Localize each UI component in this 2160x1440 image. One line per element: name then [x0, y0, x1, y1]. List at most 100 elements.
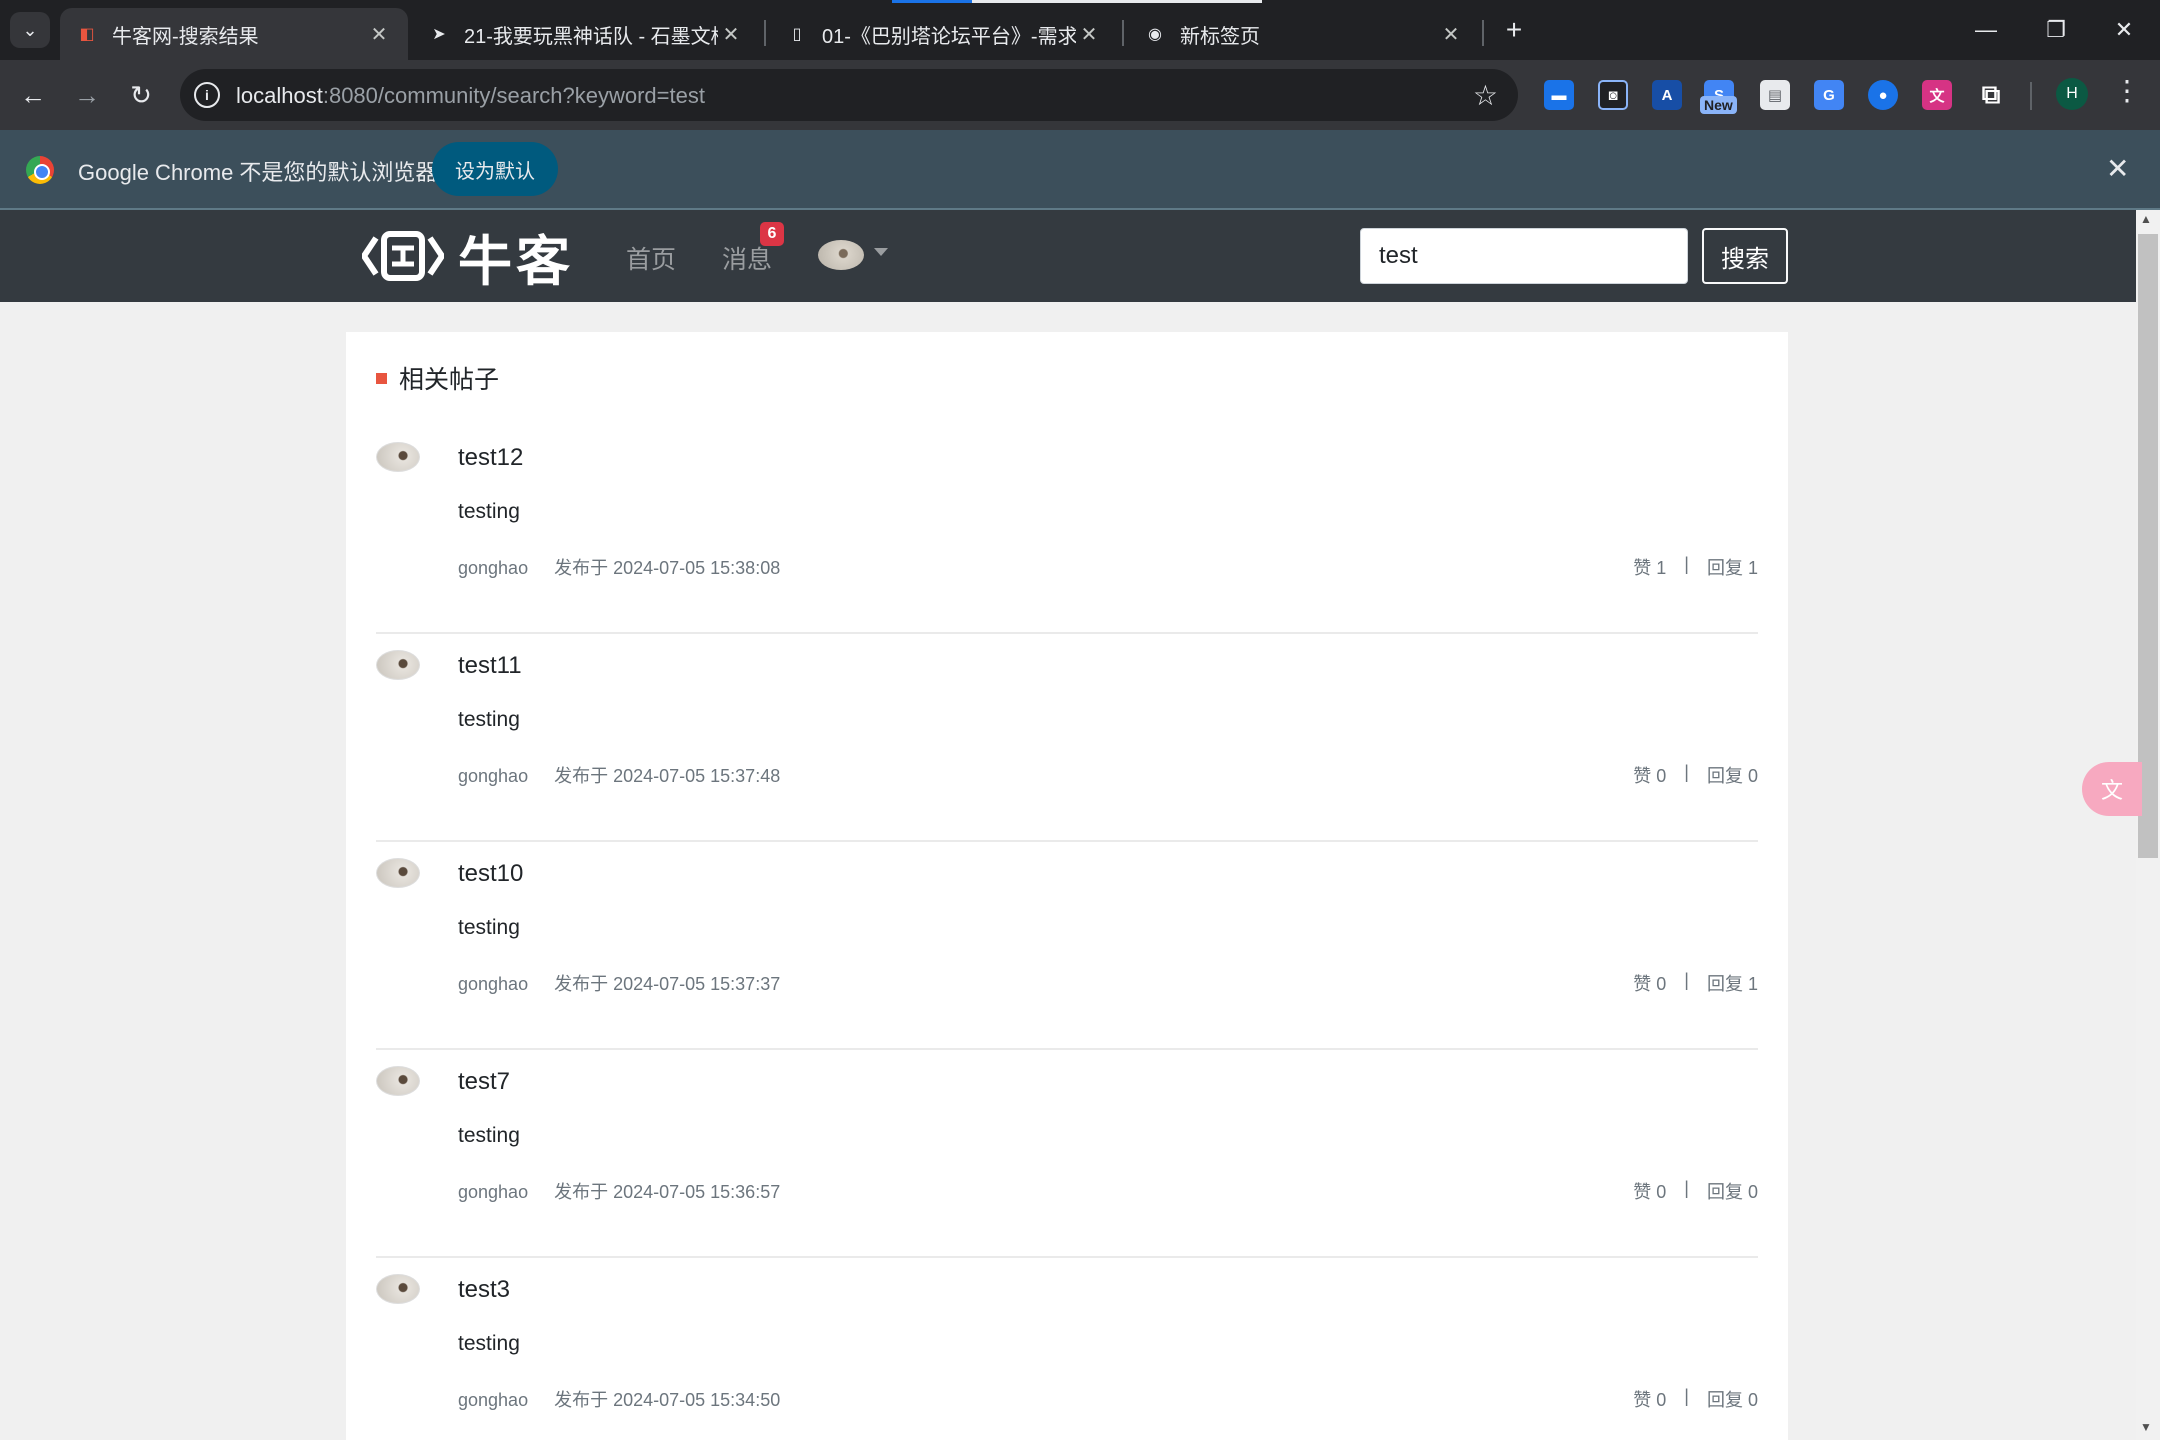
minimize-button[interactable]: — — [1964, 10, 2008, 50]
post-content: testing — [458, 500, 520, 523]
caret-down-icon[interactable] — [874, 248, 888, 256]
extensions-puzzle-icon[interactable]: ⧉ — [1976, 79, 2006, 110]
tab-shimo-doc[interactable]: ➤ 21-我要玩黑神话队 - 石墨文档 ✕ — [412, 8, 760, 60]
restore-icon: ❐ — [2046, 17, 2066, 42]
scroll-up-arrow-icon[interactable]: ▲ — [2140, 212, 2152, 226]
post-author: gonghao — [458, 974, 529, 994]
post-stats: 赞 0 | 回复 0 — [1633, 1178, 1758, 1204]
back-button[interactable]: ← — [12, 74, 54, 116]
post-likes: 赞 0 — [1633, 1182, 1667, 1202]
close-icon[interactable]: ✕ — [718, 22, 744, 47]
profile-avatar[interactable]: H — [2056, 78, 2088, 110]
extension-pip-icon[interactable]: ◙ — [1598, 80, 1628, 110]
post-time: 发布于 2024-07-05 15:38:08 — [554, 558, 781, 578]
post-content: testing — [458, 916, 520, 939]
floating-translate-icon[interactable]: 文 — [2082, 762, 2142, 816]
post-author: gonghao — [458, 766, 529, 786]
extension-translate-pink-icon[interactable]: 文 — [1922, 80, 1952, 110]
message-count-badge: 6 — [760, 222, 784, 246]
tab-title: 牛客网-搜索结果 — [112, 25, 259, 48]
search-results-card: 相关帖子 test12 testing gonghao 发布于 2024-07-0… — [346, 332, 1788, 1440]
minimize-icon: — — [1975, 17, 1997, 42]
tab-loading-indicator — [892, 0, 972, 3]
section-title-text: 相关帖子 — [399, 366, 500, 394]
post-author: gonghao — [458, 558, 529, 578]
post-time: 发布于 2024-07-05 15:34:50 — [554, 1390, 781, 1410]
extension-font-icon[interactable]: A — [1652, 80, 1682, 110]
logo-text: 牛客 — [458, 231, 574, 292]
post-stats: 赞 1 | 回复 1 — [1633, 554, 1758, 580]
nowcoder-favicon-icon: ◧ — [79, 26, 95, 43]
post-meta: gonghao 发布于 2024-07-05 15:36:57 — [458, 1178, 780, 1204]
forward-button[interactable]: → — [66, 74, 108, 116]
new-tab-button[interactable]: + — [1496, 12, 1532, 48]
url-text[interactable]: localhost:8080/community/search?keyword=… — [236, 83, 705, 109]
extension-translate-icon[interactable]: G — [1814, 80, 1844, 110]
post-stats: 赞 0 | 回复 0 — [1633, 1386, 1758, 1412]
post-title-link[interactable]: test12 — [458, 444, 523, 472]
tab-search-button[interactable]: ⌄ — [10, 12, 50, 48]
post-likes: 赞 0 — [1633, 766, 1667, 786]
post-replies: 回复 0 — [1706, 1390, 1758, 1410]
site-info-icon[interactable]: i — [194, 82, 220, 108]
close-icon[interactable]: ✕ — [2106, 152, 2129, 185]
tab-divider — [1482, 20, 1484, 46]
post-title-link[interactable]: test3 — [458, 1276, 510, 1304]
post-meta: gonghao 发布于 2024-07-05 15:34:50 — [458, 1386, 780, 1412]
author-avatar[interactable] — [376, 650, 420, 680]
tab-search-results[interactable]: ◧ 牛客网-搜索结果 ✕ — [60, 8, 408, 60]
post-item: test11 testing gonghao 发布于 2024-07-05 15:… — [376, 634, 1758, 842]
post-item: test12 testing gonghao 发布于 2024-07-05 15:… — [376, 426, 1758, 634]
extension-page-icon[interactable]: ▤ — [1760, 80, 1790, 110]
post-replies: 回复 0 — [1706, 766, 1758, 786]
extension-screen-icon[interactable]: ▬ — [1544, 80, 1574, 110]
post-likes: 赞 0 — [1633, 1390, 1667, 1410]
set-default-button[interactable]: 设为默认 — [432, 142, 558, 196]
post-replies: 回复 1 — [1706, 558, 1758, 578]
more-menu-icon[interactable]: ⋮ — [2112, 74, 2142, 107]
site-logo[interactable]: 牛客 — [362, 226, 574, 292]
close-icon[interactable]: ✕ — [366, 22, 392, 47]
search-input[interactable] — [1360, 228, 1688, 284]
chrome-icon: ◉ — [1148, 26, 1162, 43]
post-title-link[interactable]: test10 — [458, 860, 523, 888]
search-button[interactable]: 搜索 — [1702, 228, 1788, 284]
chevron-down-icon: ⌄ — [22, 19, 38, 40]
address-bar[interactable]: i localhost:8080/community/search?keywor… — [180, 69, 1518, 121]
close-icon[interactable]: ✕ — [1438, 22, 1464, 47]
scroll-down-arrow-icon[interactable]: ▼ — [2140, 1420, 2152, 1434]
nowcoder-logo-icon — [362, 231, 444, 281]
post-title-link[interactable]: test7 — [458, 1068, 510, 1096]
post-likes: 赞 0 — [1633, 974, 1667, 994]
reload-button[interactable]: ↻ — [120, 74, 162, 116]
author-avatar[interactable] — [376, 858, 420, 888]
post-meta: gonghao 发布于 2024-07-05 15:37:48 — [458, 762, 780, 788]
extension-circle-icon[interactable]: ● — [1868, 80, 1898, 110]
document-icon: ▯ — [792, 26, 802, 43]
post-content: testing — [458, 708, 520, 731]
user-avatar[interactable] — [818, 240, 864, 270]
tab-new-tab[interactable]: ◉ 新标签页 ✕ — [1128, 8, 1480, 60]
stats-divider: | — [1684, 1178, 1689, 1198]
post-time: 发布于 2024-07-05 15:37:37 — [554, 974, 781, 994]
arrow-left-icon: ← — [20, 79, 46, 110]
post-author: gonghao — [458, 1182, 529, 1202]
author-avatar[interactable] — [376, 442, 420, 472]
author-avatar[interactable] — [376, 1274, 420, 1304]
tab-requirements-doc[interactable]: ▯ 01-《巴别塔论坛平台》-需求说 ✕ — [770, 8, 1118, 60]
tab-loading-indicator — [972, 0, 1262, 3]
bookmark-star-icon[interactable]: ☆ — [1473, 79, 1498, 112]
infobar-message: Google Chrome 不是您的默认浏览器 — [78, 160, 438, 185]
restore-button[interactable]: ❐ — [2034, 10, 2078, 50]
post-title-link[interactable]: test11 — [458, 652, 522, 680]
nav-home-link[interactable]: 首页 — [626, 240, 676, 276]
post-replies: 回复 1 — [1706, 974, 1758, 994]
tab-title: 21-我要玩黑神话队 - 石墨文档 — [464, 25, 718, 48]
author-avatar[interactable] — [376, 1066, 420, 1096]
stats-divider: | — [1684, 1386, 1689, 1406]
close-icon[interactable]: ✕ — [1076, 22, 1102, 47]
post-time: 发布于 2024-07-05 15:37:48 — [554, 766, 781, 786]
close-window-button[interactable]: ✕ — [2102, 10, 2146, 50]
post-content: testing — [458, 1332, 520, 1355]
post-stats: 赞 0 | 回复 0 — [1633, 762, 1758, 788]
